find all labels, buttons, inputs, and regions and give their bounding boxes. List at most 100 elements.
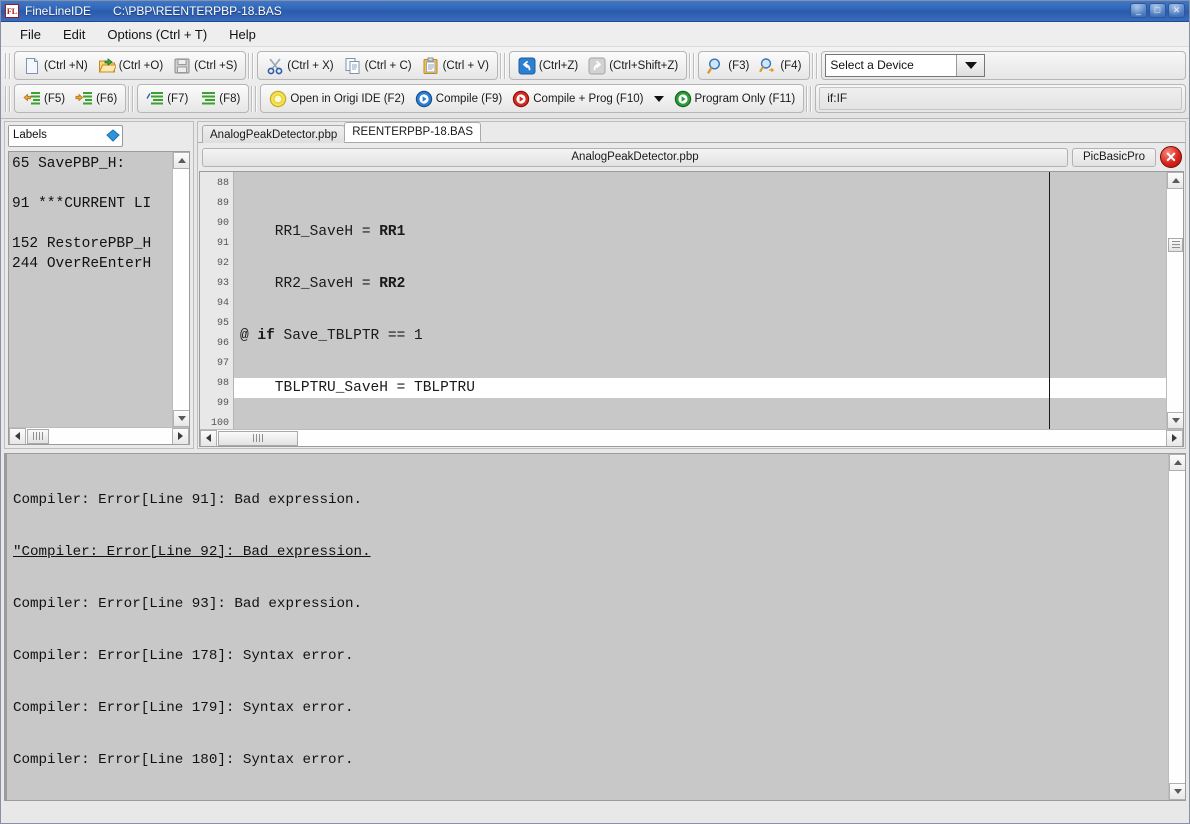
new-file-button[interactable]: (Ctrl +N): [19, 53, 92, 78]
code-scroll-right-button[interactable]: [1166, 430, 1183, 447]
menu-item-help[interactable]: Help: [218, 24, 267, 45]
code-hscroll-thumb[interactable]: [218, 431, 298, 446]
status-field[interactable]: if:IF: [819, 87, 1182, 110]
toolbar-grip-icon-4[interactable]: [689, 53, 696, 79]
code-segment-bold: if: [257, 328, 274, 344]
code-vscroll-thumb[interactable]: [1168, 238, 1183, 252]
compile-and-program-button[interactable]: Compile + Prog (F10): [508, 86, 647, 111]
code-scroll-left-button[interactable]: [200, 430, 217, 447]
toolbar-grip-icon-8[interactable]: [251, 86, 258, 112]
open-in-original-ide-button[interactable]: Open in Origi IDE (F2): [265, 86, 408, 111]
labels-hscroll-thumb[interactable]: [27, 429, 49, 444]
toolbar-row-secondary: (F5) (F6) (F7): [1, 82, 1189, 115]
minimize-button[interactable]: _: [1130, 3, 1147, 18]
indent-left-button[interactable]: (F6): [71, 86, 121, 111]
toolbar-grip-icon-3[interactable]: [500, 53, 507, 79]
paste-button[interactable]: (Ctrl + V): [418, 53, 493, 78]
label-entry[interactable]: 91 ***CURRENT LI: [12, 194, 172, 214]
arrow-down-icon: [1174, 789, 1182, 794]
toolbar-grip-icon-7[interactable]: [128, 86, 135, 112]
indent-right-button[interactable]: (F5): [19, 86, 69, 111]
program-only-label: Program Only (F11): [695, 93, 796, 105]
code-text[interactable]: RR1_SaveH = RR1 RR2_SaveH = RR2 @ if Sav…: [234, 172, 1166, 429]
labels-horizontal-scrollbar[interactable]: [9, 427, 189, 444]
redo-button[interactable]: (Ctrl+Shift+Z): [584, 53, 682, 78]
code-line[interactable]: RR2_SaveH = RR2: [234, 274, 1166, 294]
labels-list[interactable]: 65 SavePBP_H: 91 ***CURRENT LI 152 Resto…: [9, 152, 172, 427]
output-line[interactable]: Compiler: Error[Line 179]: Syntax error.: [13, 698, 1168, 718]
output-line[interactable]: Compiler: Error[Line 180]: Syntax error.: [13, 750, 1168, 770]
labels-vertical-scrollbar[interactable]: [172, 152, 189, 427]
toolbar-area: (Ctrl +N) (Ctrl +O) (C: [1, 47, 1189, 119]
labels-scroll-right-button[interactable]: [172, 428, 189, 445]
comment-toolbar-group: (F7) (F8): [137, 84, 249, 113]
console-scroll-down-button[interactable]: [1169, 783, 1186, 800]
cut-button[interactable]: (Ctrl + X): [262, 53, 337, 78]
compiler-output-text[interactable]: Compiler: Error[Line 91]: Bad expression…: [5, 454, 1168, 800]
toolbar-grip-icon-9[interactable]: [806, 86, 813, 112]
close-document-button[interactable]: ✕: [1160, 146, 1182, 168]
code-horizontal-scrollbar[interactable]: [200, 429, 1183, 446]
label-entry-line: 65: [12, 156, 29, 172]
label-entry[interactable]: 65 SavePBP_H:: [12, 154, 172, 174]
find-button[interactable]: (F3): [703, 53, 753, 78]
comment-button[interactable]: (F7): [142, 86, 192, 111]
toolbar-grip-icon-6[interactable]: [5, 86, 12, 112]
line-number: 92: [200, 254, 229, 274]
program-only-button[interactable]: Program Only (F11): [670, 86, 800, 111]
current-file-button[interactable]: AnalogPeakDetector.pbp: [202, 148, 1068, 167]
editor-file-bar: AnalogPeakDetector.pbp PicBasicPro ✕: [198, 143, 1185, 171]
menu-item-file[interactable]: File: [9, 24, 52, 45]
undo-button[interactable]: (Ctrl+Z): [514, 53, 582, 78]
toolbar-grip-icon-5[interactable]: [812, 53, 819, 79]
console-vertical-scrollbar[interactable]: [1168, 454, 1185, 800]
label-entry-spacer: [12, 174, 172, 194]
labels-scroll-left-button[interactable]: [9, 428, 26, 445]
editor-panel: AnalogPeakDetector.pbp REENTERPBP-18.BAS…: [197, 121, 1186, 449]
new-file-icon: [23, 57, 41, 75]
copy-button[interactable]: (Ctrl + C): [340, 53, 416, 78]
output-line[interactable]: Compiler: Error[Line 91]: Bad expression…: [13, 490, 1168, 510]
line-number-gutter: 88 89 90 91 92 93 94 95 96 97 98 99: [200, 172, 234, 429]
code-scroll-down-button[interactable]: [1167, 412, 1183, 429]
close-window-button[interactable]: ✕: [1168, 3, 1185, 18]
device-select-arrow[interactable]: [956, 55, 984, 76]
menu-item-edit[interactable]: Edit: [52, 24, 96, 45]
labels-scroll-down-button[interactable]: [173, 410, 190, 427]
output-line[interactable]: Compiler: Error[Line 93]: Bad expression…: [13, 594, 1168, 614]
toolbar-row-primary: (Ctrl +N) (Ctrl +O) (C: [1, 49, 1189, 82]
label-entry[interactable]: 244 OverReEnterH: [12, 254, 172, 274]
device-select[interactable]: Select a Device: [825, 54, 985, 77]
output-line[interactable]: Compiler: Error[Line 178]: Syntax error.: [13, 646, 1168, 666]
tab-reenterpbp[interactable]: REENTERPBP-18.BAS: [344, 122, 481, 142]
tab-analogpeakdetector[interactable]: AnalogPeakDetector.pbp: [202, 125, 345, 143]
label-entry-name: RestorePBP_H: [47, 236, 151, 252]
build-options-dropdown[interactable]: [650, 86, 668, 111]
labels-selector-arrow[interactable]: [104, 126, 122, 146]
label-entry[interactable]: 152 RestorePBP_H: [12, 234, 172, 254]
find-next-button[interactable]: (F4): [755, 53, 805, 78]
indent-toolbar-group: (F5) (F6): [14, 84, 126, 113]
labels-selector[interactable]: Labels: [8, 125, 123, 147]
output-line-selected[interactable]: "Compiler: Error[Line 92]: Bad expressio…: [13, 542, 1168, 562]
save-file-button[interactable]: (Ctrl +S): [169, 53, 241, 78]
compile-button[interactable]: Compile (F9): [411, 86, 506, 111]
code-line[interactable]: RR1_SaveH = RR1: [234, 222, 1166, 242]
labels-panel: Labels 65 SavePBP_H: 91 ***CURRENT LI 15…: [4, 121, 194, 449]
console-scroll-up-button[interactable]: [1169, 454, 1186, 471]
code-scroll-up-button[interactable]: [1167, 172, 1183, 189]
maximize-button[interactable]: □: [1149, 3, 1166, 18]
uncomment-lines-icon: [198, 90, 216, 108]
clipboard-toolbar-group: (Ctrl + X) (Ctrl + C): [257, 51, 498, 80]
picbasicpro-button[interactable]: PicBasicPro: [1072, 148, 1156, 167]
uncomment-button[interactable]: (F8): [194, 86, 244, 111]
toolbar-grip-icon[interactable]: [5, 53, 12, 79]
labels-scroll-up-button[interactable]: [173, 152, 190, 169]
open-file-button[interactable]: (Ctrl +O): [94, 53, 167, 78]
code-line[interactable]: @ if Save_TBLPTR == 1: [234, 326, 1166, 346]
code-line-current[interactable]: TBLPTRU_SaveH = TBLPTRU: [234, 378, 1166, 398]
menu-item-options[interactable]: Options (Ctrl + T): [96, 24, 218, 45]
paste-clipboard-icon: [422, 57, 440, 75]
toolbar-grip-icon-2[interactable]: [248, 53, 255, 79]
code-vertical-scrollbar[interactable]: [1166, 172, 1183, 429]
